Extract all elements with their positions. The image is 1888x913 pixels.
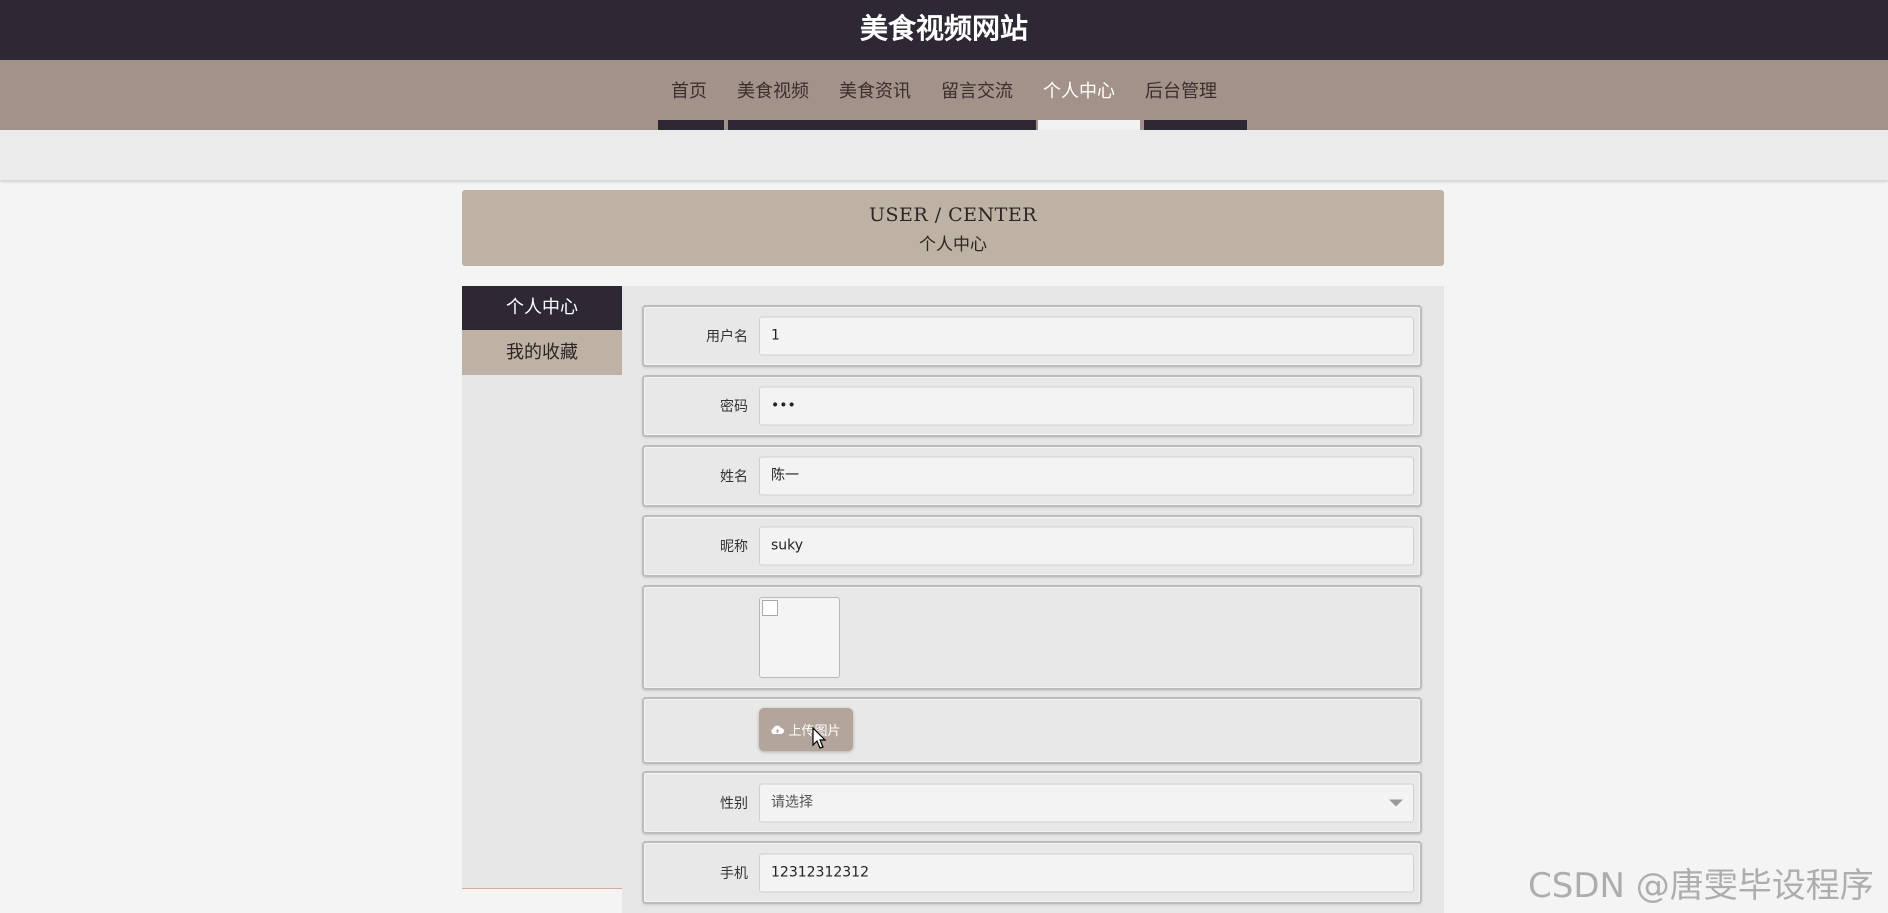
banner-title-cn: 个人中心 [919, 235, 987, 255]
page-banner: USER / CENTER 个人中心 [462, 190, 1444, 266]
name-input[interactable]: 陈一 [759, 456, 1414, 496]
nav-tab-indicator [1144, 120, 1247, 130]
nav-item-user-center[interactable]: 个人中心 [1028, 77, 1130, 103]
nav-items: 首页 美食视频 美食资讯 留言交流 个人中心 后台管理 [0, 60, 1888, 120]
mouse-cursor-icon [812, 727, 827, 749]
name-label: 姓名 [720, 469, 748, 485]
sub-bar [0, 130, 1888, 180]
top-header: 美食视频网站 [0, 0, 1888, 60]
nav-tab-indicator [658, 120, 724, 130]
nav-item-admin[interactable]: 后台管理 [1130, 77, 1232, 103]
sidebar-item-user-center[interactable]: 个人中心 [462, 286, 622, 330]
nav-item-food-videos[interactable]: 美食视频 [722, 77, 824, 103]
avatar-preview [759, 597, 840, 678]
username-label: 用户名 [706, 329, 748, 345]
broken-image-icon [762, 600, 778, 616]
form-row-phone: 手机 12312312312 [642, 841, 1422, 904]
form-row-username: 用户名 1 [642, 305, 1422, 367]
form-row-gender: 性别 请选择 [642, 771, 1422, 834]
phone-input[interactable]: 12312312312 [759, 853, 1414, 892]
sidebar: 个人中心 我的收藏 [462, 286, 622, 889]
banner-title-en: USER / CENTER [868, 204, 1038, 226]
gender-select-placeholder: 请选择 [771, 794, 813, 810]
nav-item-messages[interactable]: 留言交流 [926, 77, 1028, 103]
username-input[interactable]: 1 [759, 316, 1414, 356]
nav-item-food-news[interactable]: 美食资讯 [824, 77, 926, 103]
form-row-avatar [642, 585, 1422, 690]
site-title: 美食视频网站 [859, 12, 1028, 45]
watermark: CSDN @唐雯毕设程序 [1528, 866, 1874, 906]
upload-image-button[interactable]: 上传图片 [759, 708, 853, 751]
nickname-input[interactable]: suky [759, 526, 1414, 566]
phone-label: 手机 [720, 865, 748, 882]
nav-tab-indicator [728, 120, 1036, 130]
sidebar-item-favorites[interactable]: 我的收藏 [462, 330, 622, 375]
chevron-down-icon [1389, 799, 1403, 806]
form-row-name: 姓名 陈一 [642, 445, 1422, 507]
form-row-upload: 上传图片 [642, 697, 1422, 764]
gender-label: 性别 [720, 795, 748, 812]
nav-item-home[interactable]: 首页 [656, 77, 722, 103]
main-nav: 首页 美食视频 美食资讯 留言交流 个人中心 后台管理 [0, 60, 1888, 130]
form-row-password: 密码 ••• [642, 375, 1422, 437]
nav-tab-indicator-active [1038, 120, 1140, 130]
password-label: 密码 [720, 399, 748, 415]
gender-select[interactable]: 请选择 [759, 783, 1414, 822]
cloud-upload-icon [771, 725, 785, 734]
form-row-nickname: 昵称 suky [642, 515, 1422, 577]
password-input[interactable]: ••• [759, 386, 1414, 426]
nickname-label: 昵称 [720, 539, 748, 555]
